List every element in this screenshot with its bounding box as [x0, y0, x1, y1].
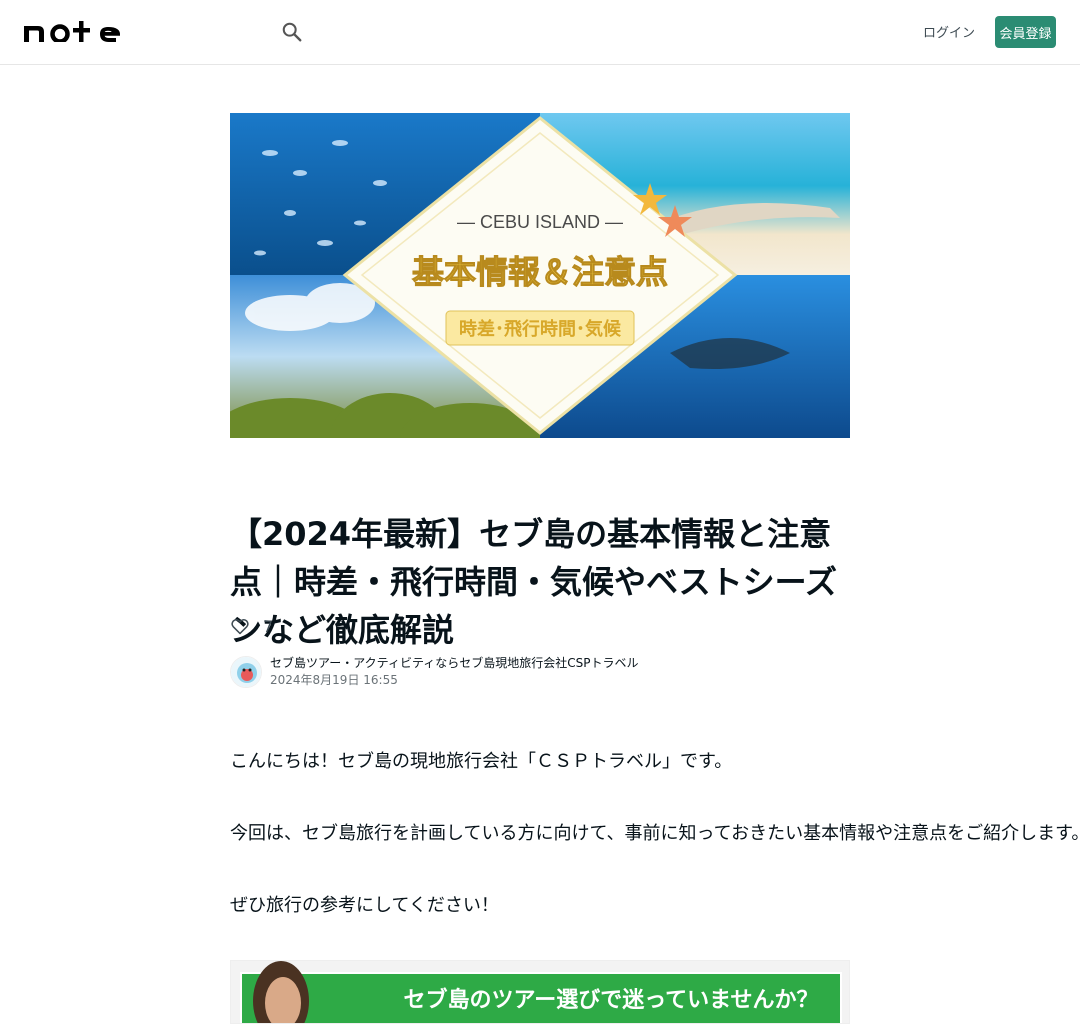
banner-sub-text: 時差･飛行時間･気候	[459, 318, 622, 340]
tour-banner-image[interactable]: セブ島のツアー選びで迷っていませんか？	[230, 960, 850, 1024]
note-logo-mark	[24, 21, 121, 42]
avatar-image	[231, 657, 261, 687]
signup-button[interactable]: 会員登録	[995, 16, 1056, 48]
hero-banner-graphic: — CEBU ISLAND — 基本情報＆注意点 時差･飛行時間･気候	[230, 113, 850, 438]
tour-banner-graphic: セブ島のツアー選びで迷っていませんか？	[231, 961, 849, 1023]
hero-image: — CEBU ISLAND — 基本情報＆注意点 時差･飛行時間･気候	[230, 113, 850, 438]
like-count: 7	[263, 616, 274, 636]
login-link[interactable]: ログイン	[922, 22, 976, 41]
paragraph-greeting: こんにちは！セブ島の現地旅行会社「ＣＳＰトラベル」です。	[230, 751, 733, 772]
note-logo[interactable]	[24, 16, 122, 46]
tour-banner-text: セブ島のツアー選びで迷っていませんか？	[404, 987, 819, 1013]
search-icon	[282, 22, 302, 42]
paragraph-intro: 今回は、セブ島旅行を計画している方に向けて、事前に知っておきたい基本情報や注意点…	[230, 823, 1080, 844]
author-name[interactable]: セブ島ツアー・アクティビティならセブ島現地旅行会社CSPトラベル	[270, 655, 638, 671]
site-header: ログイン 会員登録	[0, 0, 1080, 65]
banner-heading: — CEBU ISLAND —	[457, 212, 623, 232]
like-section: 7	[230, 614, 273, 638]
article-title: 【2024年最新】セブ島の基本情報と注意点｜時差・飛行時間・気候やベストシーズン…	[230, 515, 838, 649]
post-date: 2024年8月19日 16:55	[270, 673, 398, 687]
banner-main-text: 基本情報＆注意点	[412, 253, 668, 291]
avatar[interactable]	[230, 656, 262, 688]
search-button[interactable]	[278, 18, 306, 46]
author-info: セブ島ツアー・アクティビティならセブ島現地旅行会社CSPトラベル 2024年8月…	[230, 656, 638, 688]
paragraph-closing: ぜひ旅行の参考にしてください！	[230, 895, 499, 916]
heart-icon[interactable]	[230, 616, 250, 636]
